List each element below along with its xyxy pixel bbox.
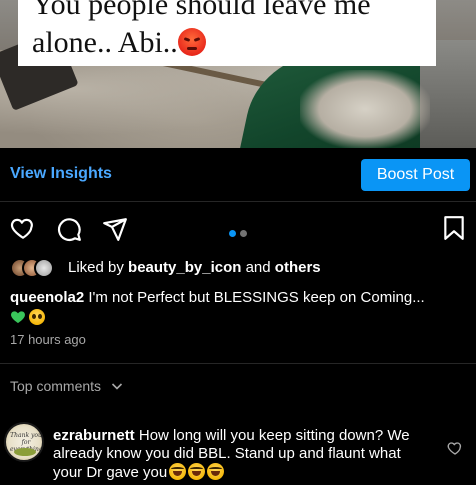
comment-username[interactable]: ezraburnett	[53, 427, 135, 444]
carousel-dot-active	[229, 230, 236, 237]
post-username[interactable]: queenola2	[10, 289, 84, 306]
comment-avatar[interactable]: Thank you for everything!	[4, 422, 44, 462]
post-photo[interactable]: You people should leave me alone.. Abi..	[0, 0, 476, 148]
caption-line-2: alone.. Abi..	[32, 24, 422, 62]
post-timestamp: 17 hours ago	[10, 332, 86, 347]
pleading-face-emoji-icon	[29, 309, 45, 325]
leaf-icon	[14, 448, 36, 456]
view-insights-link[interactable]: View Insights	[10, 165, 112, 183]
top-comments-toggle[interactable]: Top comments	[10, 378, 123, 394]
boost-post-button[interactable]: Boost Post	[361, 159, 470, 191]
liked-by-username[interactable]: beauty_by_icon	[128, 259, 241, 276]
liked-by-connector: and	[245, 259, 271, 276]
post-caption: queenola2 I'm not Perfect but BLESSINGS …	[10, 288, 472, 328]
laughing-emoji-icon	[207, 463, 225, 480]
liked-by-text[interactable]: Liked by beauty_by_icon and others	[68, 259, 321, 276]
avatar	[34, 258, 54, 278]
laughing-emoji-icon	[188, 463, 206, 480]
post-text: I'm not Perfect but BLESSINGS keep on Co…	[88, 289, 425, 306]
comment-icon[interactable]	[56, 216, 82, 242]
bookmark-icon[interactable]	[442, 215, 466, 241]
laughing-emoji-icon	[169, 463, 187, 480]
liked-by-others[interactable]: others	[275, 259, 321, 276]
chevron-down-icon	[111, 383, 123, 390]
fur-tuft	[300, 70, 430, 148]
divider	[0, 363, 476, 364]
angry-face-emoji-icon	[177, 28, 206, 56]
top-comments-label: Top comments	[10, 378, 102, 394]
green-heart-emoji-icon	[11, 311, 25, 323]
carousel-dot	[240, 230, 247, 237]
comment-like-heart-icon[interactable]	[447, 440, 463, 456]
comment-body: ezraburnett How long will you keep sitti…	[53, 427, 433, 482]
heart-icon[interactable]	[10, 215, 36, 241]
liked-by-prefix: Liked by	[68, 259, 124, 276]
caption-line-1: You people should leave me	[32, 0, 371, 21]
carousel-indicator	[229, 224, 251, 242]
share-icon[interactable]	[102, 216, 128, 242]
liker-avatars[interactable]	[10, 258, 65, 278]
photo-caption-overlay: You people should leave me alone.. Abi..	[18, 0, 436, 66]
